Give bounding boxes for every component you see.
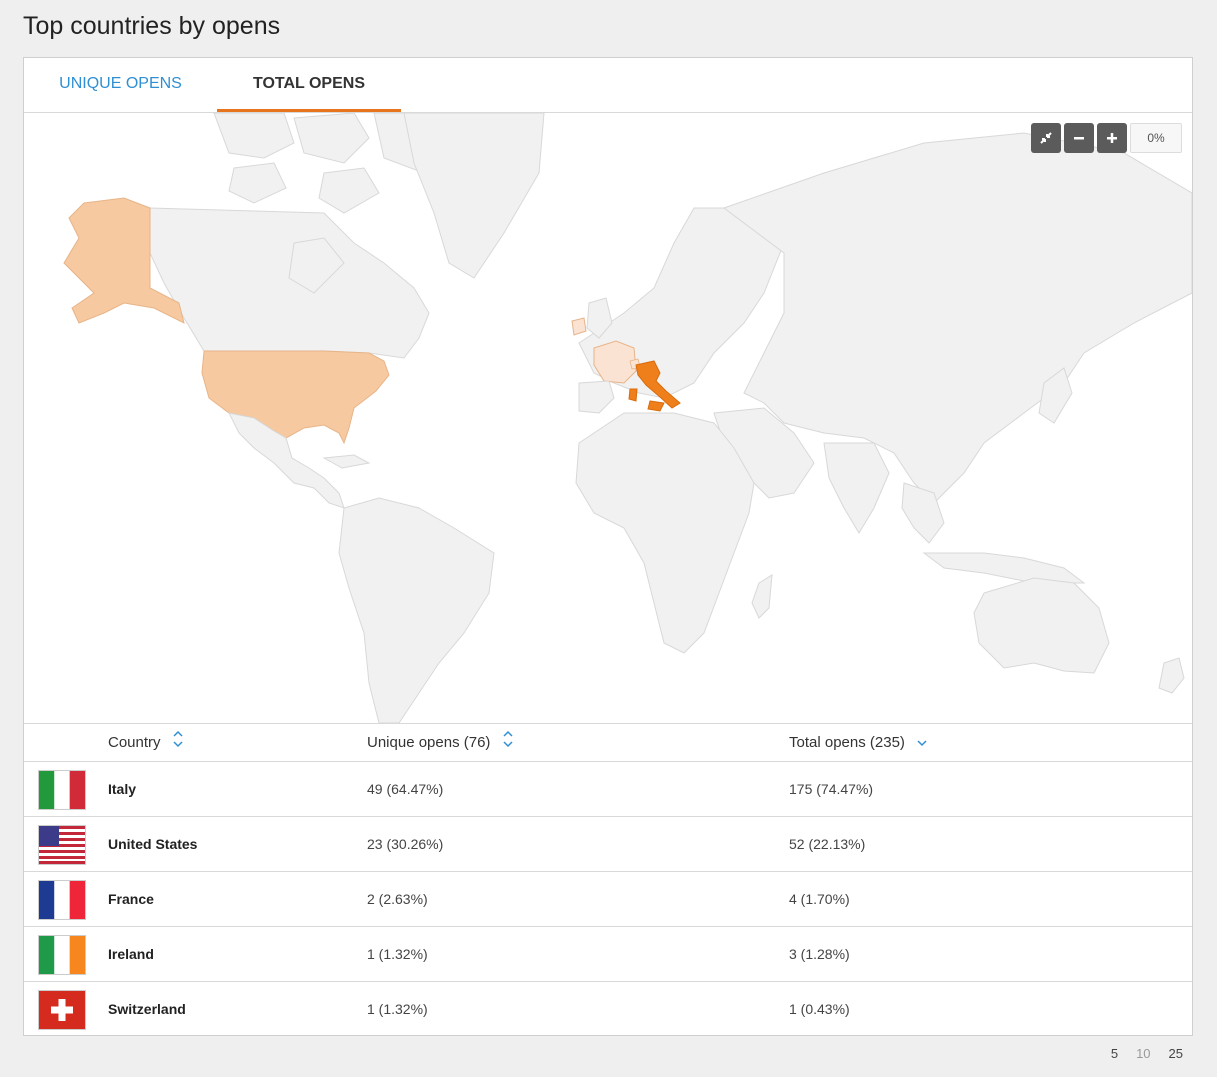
- france-flag-icon: [38, 880, 86, 920]
- country-column-header[interactable]: Country: [108, 724, 183, 762]
- country-name: France: [108, 891, 154, 907]
- map-controls: 0%: [1031, 123, 1182, 153]
- country-name: Switzerland: [108, 1001, 186, 1017]
- table-header: Country Unique opens (76) Total opens (2…: [24, 724, 1192, 762]
- unique-opens-value: 23 (30.26%): [367, 836, 444, 852]
- page-size-selector: 5 10 25: [1111, 1046, 1183, 1061]
- table-row: France 2 (2.63%) 4 (1.70%): [24, 872, 1192, 927]
- ireland-flag-icon: [38, 935, 86, 975]
- world-map-svg: [63, 113, 1192, 723]
- unique-opens-column-header[interactable]: Unique opens (76): [367, 724, 513, 762]
- table-row: Ireland 1 (1.32%) 3 (1.28%): [24, 927, 1192, 982]
- page-size-5[interactable]: 5: [1111, 1046, 1118, 1061]
- total-opens-value: 1 (0.43%): [789, 1001, 850, 1017]
- unique-opens-value: 2 (2.63%): [367, 891, 428, 907]
- total-opens-column-header[interactable]: Total opens (235): [789, 724, 927, 762]
- table-row: United States 23 (30.26%) 52 (22.13%): [24, 817, 1192, 872]
- tab-bar: UNIQUE OPENS TOTAL OPENS: [24, 58, 1192, 113]
- unique-opens-value: 49 (64.47%): [367, 781, 444, 797]
- page-size-10[interactable]: 10: [1136, 1046, 1150, 1061]
- tab-total-opens[interactable]: TOTAL OPENS: [217, 58, 401, 112]
- unique-opens-value: 1 (1.32%): [367, 946, 428, 962]
- table-row: Italy 49 (64.47%) 175 (74.47%): [24, 762, 1192, 817]
- unique-opens-value: 1 (1.32%): [367, 1001, 428, 1017]
- country-name: Italy: [108, 781, 137, 797]
- switzerland-flag-icon: [38, 990, 86, 1030]
- country-name: United States: [108, 836, 198, 852]
- country-name: Ireland: [108, 946, 154, 962]
- us-flag-icon: [38, 825, 86, 865]
- reset-zoom-icon[interactable]: [1031, 123, 1061, 153]
- zoom-level: 0%: [1130, 123, 1182, 153]
- total-opens-value: 3 (1.28%): [789, 946, 850, 962]
- tab-unique-opens[interactable]: UNIQUE OPENS: [44, 58, 197, 112]
- page-title: Top countries by opens: [23, 12, 281, 40]
- table-row: Switzerland 1 (1.32%) 1 (0.43%): [24, 982, 1192, 1036]
- page-size-25[interactable]: 25: [1169, 1046, 1183, 1061]
- total-opens-value: 4 (1.70%): [789, 891, 850, 907]
- zoom-in-button[interactable]: [1097, 123, 1127, 153]
- zoom-out-button[interactable]: [1064, 123, 1094, 153]
- country-table: Italy 49 (64.47%) 175 (74.47%) United St…: [24, 762, 1192, 1036]
- total-opens-value: 52 (22.13%): [789, 836, 866, 852]
- usa-region: [201, 350, 390, 445]
- world-map[interactable]: 0%: [24, 113, 1192, 724]
- opens-card: UNIQUE OPENS TOTAL OPENS 0% Country Uniq…: [23, 57, 1193, 1036]
- italy-flag-icon: [38, 770, 86, 810]
- sort-desc-icon: [917, 725, 927, 762]
- sort-both-icon: [503, 725, 513, 762]
- sort-both-icon: [173, 725, 183, 762]
- total-opens-value: 175 (74.47%): [789, 781, 874, 797]
- ireland-region: [571, 317, 587, 336]
